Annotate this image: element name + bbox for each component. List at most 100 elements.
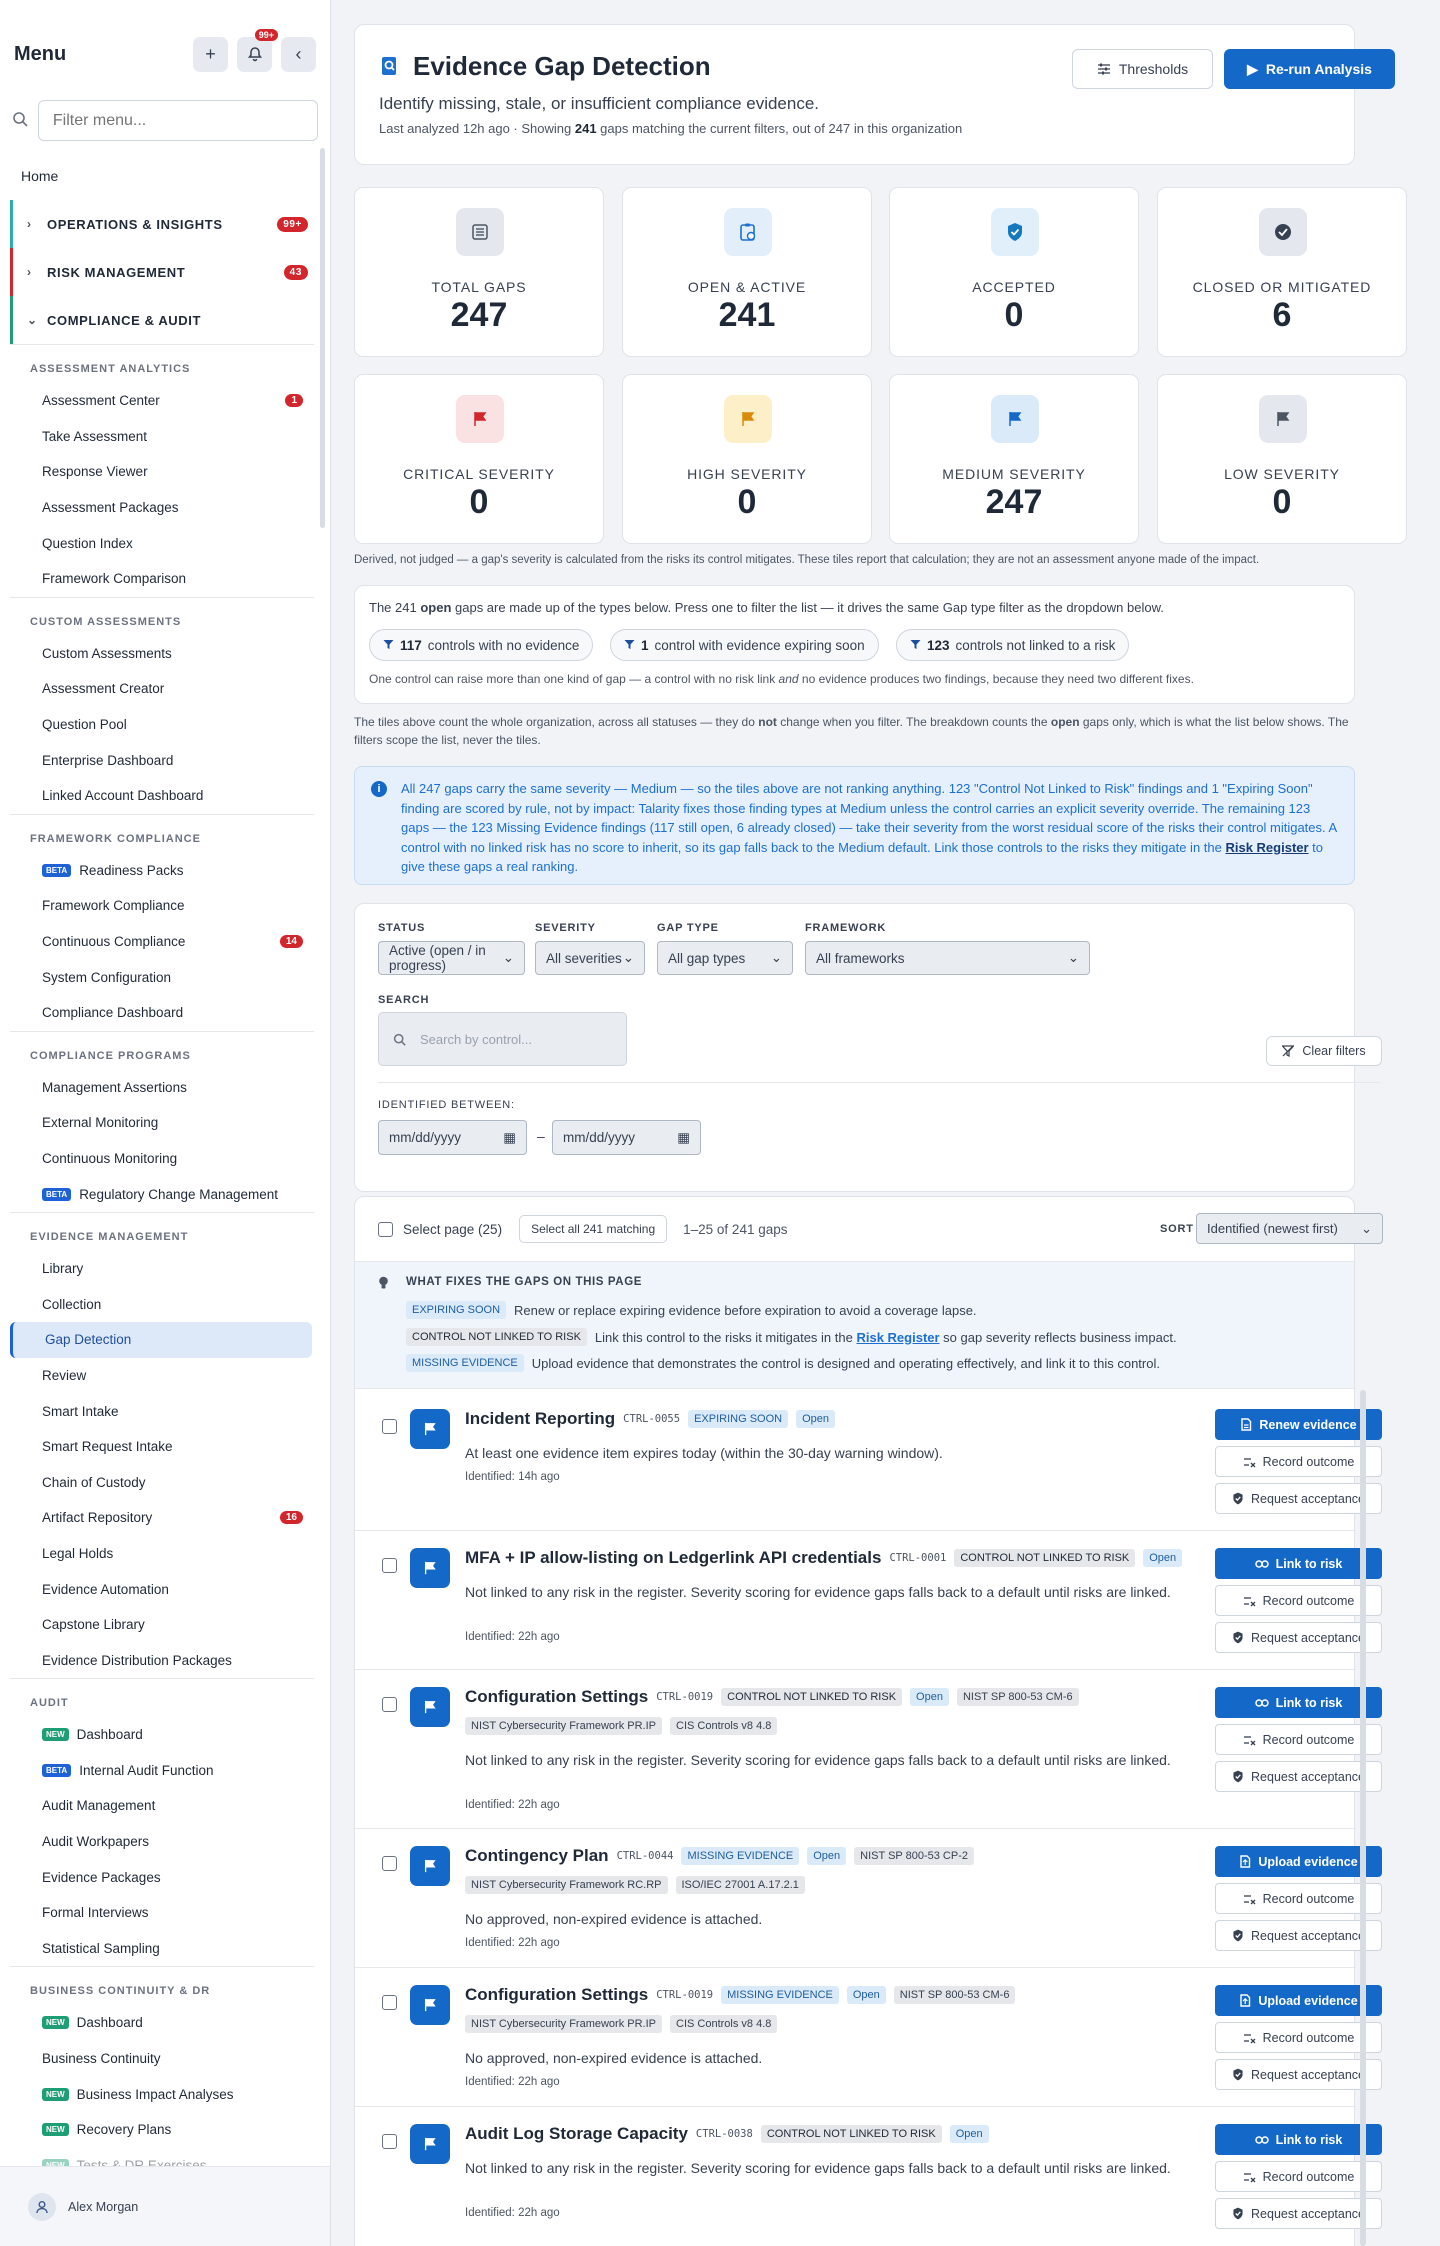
filter-pill-no-evidence[interactable]: 117 controls with no evidence [369, 629, 594, 661]
request-acceptance-button[interactable]: Request acceptance [1215, 1920, 1382, 1951]
sidebar-item-question-index[interactable]: Question Index [0, 525, 330, 561]
sidebar-item-legal-holds[interactable]: Legal Holds [0, 1536, 330, 1572]
sidebar-item-bia[interactable]: NEW Business Impact Analyses [0, 2076, 330, 2112]
request-acceptance-button[interactable]: Request acceptance [1215, 2198, 1382, 2229]
filter-pill-not-linked[interactable]: 123 controls not linked to a risk [896, 629, 1130, 661]
record-outcome-button[interactable]: Record outcome [1215, 1883, 1382, 1914]
sidebar-item-smart-request-intake[interactable]: Smart Request Intake [0, 1429, 330, 1465]
primary-action-button[interactable]: Link to risk [1215, 1548, 1382, 1579]
row-checkbox[interactable] [382, 2134, 397, 2149]
sidebar-item-smart-intake[interactable]: Smart Intake [0, 1393, 330, 1429]
primary-action-button[interactable]: Upload evidence [1215, 1985, 1382, 2016]
clear-filters-button[interactable]: Clear filters [1266, 1036, 1382, 1066]
control-name[interactable]: Audit Log Storage Capacity [465, 2124, 688, 2144]
sidebar-item-audit-workpapers[interactable]: Audit Workpapers [0, 1824, 330, 1860]
sidebar-item-chain-of-custody[interactable]: Chain of Custody [0, 1464, 330, 1500]
status-select[interactable]: Active (open / in progress) ⌄ [378, 941, 525, 975]
search-input[interactable]: Search by control... [378, 1012, 627, 1066]
framework-select[interactable]: All frameworks ⌄ [805, 941, 1090, 975]
collapse-sidebar-button[interactable]: ‹ [281, 36, 316, 72]
sidebar-item-evidence-distribution[interactable]: Evidence Distribution Packages [0, 1642, 330, 1678]
record-outcome-button[interactable]: Record outcome [1215, 1585, 1382, 1616]
sidebar-item-continuous-compliance[interactable]: Continuous Compliance 14 [0, 924, 330, 960]
date-from-input[interactable]: mm/dd/yyyy ▦ [378, 1120, 527, 1155]
main-scrollbar[interactable] [1360, 1390, 1366, 2246]
record-outcome-button[interactable]: Record outcome [1215, 2161, 1382, 2192]
sidebar-item-external-monitoring[interactable]: External Monitoring [0, 1105, 330, 1141]
sidebar-item-readiness-packs[interactable]: BETA Readiness Packs [0, 853, 330, 889]
sidebar-scrollbar[interactable] [320, 148, 325, 528]
sidebar-group-compliance[interactable]: ⌄ COMPLIANCE & AUDIT [10, 296, 320, 344]
row-checkbox[interactable] [382, 1419, 397, 1434]
row-checkbox[interactable] [382, 1856, 397, 1871]
request-acceptance-button[interactable]: Request acceptance [1215, 1761, 1382, 1792]
request-acceptance-button[interactable]: Request acceptance [1215, 2059, 1382, 2090]
sort-select[interactable]: Identified (newest first) ⌄ [1196, 1213, 1383, 1244]
control-name[interactable]: Configuration Settings [465, 1985, 648, 2005]
sidebar-item-enterprise-dashboard[interactable]: Enterprise Dashboard [0, 742, 330, 778]
sidebar-item-system-configuration[interactable]: System Configuration [0, 959, 330, 995]
primary-action-button[interactable]: Link to risk [1215, 2124, 1382, 2155]
sidebar-item-compliance-dashboard[interactable]: Compliance Dashboard [0, 995, 330, 1031]
sidebar-item-audit-management[interactable]: Audit Management [0, 1788, 330, 1824]
date-to-input[interactable]: mm/dd/yyyy ▦ [552, 1120, 701, 1155]
record-outcome-button[interactable]: Record outcome [1215, 2022, 1382, 2053]
sidebar-item-artifact-repository[interactable]: Artifact Repository 16 [0, 1500, 330, 1536]
sidebar-item-recovery-plans[interactable]: NEW Recovery Plans [0, 2112, 330, 2148]
row-checkbox[interactable] [382, 1697, 397, 1712]
sidebar-item-assessment-center[interactable]: Assessment Center 1 [0, 383, 330, 419]
control-name[interactable]: Configuration Settings [465, 1687, 648, 1707]
sidebar-item-home[interactable]: Home [0, 158, 330, 194]
add-button[interactable]: + [193, 36, 228, 72]
sidebar-item-gap-detection[interactable]: Gap Detection [10, 1322, 312, 1358]
thresholds-button[interactable]: Thresholds [1072, 49, 1213, 89]
sidebar-item-library[interactable]: Library [0, 1251, 330, 1287]
sidebar-item-continuous-monitoring[interactable]: Continuous Monitoring [0, 1141, 330, 1177]
sidebar-item-capstone-library[interactable]: Capstone Library [0, 1607, 330, 1643]
rerun-analysis-button[interactable]: ▶ Re-run Analysis [1224, 49, 1395, 89]
row-checkbox[interactable] [382, 1558, 397, 1573]
sidebar-item-evidence-packages[interactable]: Evidence Packages [0, 1859, 330, 1895]
sidebar-item-collection[interactable]: Collection [0, 1286, 330, 1322]
sidebar-item-management-assertions[interactable]: Management Assertions [0, 1070, 330, 1106]
sidebar-item-statistical-sampling[interactable]: Statistical Sampling [0, 1931, 330, 1967]
filter-menu-input[interactable] [37, 100, 318, 141]
sidebar-item-assessment-packages[interactable]: Assessment Packages [0, 490, 330, 526]
sidebar-item-dr-exercises[interactable]: NEW Tests & DR Exercises [0, 2148, 330, 2166]
select-all-matching-button[interactable]: Select all 241 matching [519, 1215, 668, 1243]
sidebar-item-formal-interviews[interactable]: Formal Interviews [0, 1895, 330, 1931]
record-outcome-button[interactable]: Record outcome [1215, 1446, 1382, 1477]
control-name[interactable]: Contingency Plan [465, 1846, 609, 1866]
sidebar-item-bcdr-dashboard[interactable]: NEW Dashboard [0, 2005, 330, 2041]
control-name[interactable]: Incident Reporting [465, 1409, 615, 1429]
sidebar-group-operations[interactable]: › OPERATIONS & INSIGHTS 99+ [10, 200, 320, 248]
request-acceptance-button[interactable]: Request acceptance [1215, 1483, 1382, 1514]
user-profile[interactable]: Alex Morgan [0, 2166, 330, 2246]
filter-pill-expiring-soon[interactable]: 1 control with evidence expiring soon [610, 629, 879, 661]
sidebar-item-take-assessment[interactable]: Take Assessment [0, 419, 330, 455]
sidebar-item-regulatory-change[interactable]: BETA Regulatory Change Management [0, 1176, 330, 1212]
risk-register-link[interactable]: Risk Register [856, 1330, 939, 1345]
request-acceptance-button[interactable]: Request acceptance [1215, 1622, 1382, 1653]
sidebar-item-review[interactable]: Review [0, 1358, 330, 1394]
sidebar-item-business-continuity[interactable]: Business Continuity [0, 2041, 330, 2077]
sidebar-item-linked-account-dashboard[interactable]: Linked Account Dashboard [0, 778, 330, 814]
primary-action-button[interactable]: Upload evidence [1215, 1846, 1382, 1877]
record-outcome-button[interactable]: Record outcome [1215, 1724, 1382, 1755]
sidebar-item-framework-compliance[interactable]: Framework Compliance [0, 888, 330, 924]
sidebar-item-question-pool[interactable]: Question Pool [0, 707, 330, 743]
notifications-button[interactable]: 99+ [237, 28, 278, 72]
primary-action-button[interactable]: Renew evidence [1215, 1409, 1382, 1440]
primary-action-button[interactable]: Link to risk [1215, 1687, 1382, 1718]
sidebar-group-risk[interactable]: › RISK MANAGEMENT 43 [10, 248, 320, 296]
sidebar-item-response-viewer[interactable]: Response Viewer [0, 454, 330, 490]
sidebar-item-framework-comparison[interactable]: Framework Comparison [0, 561, 330, 597]
sidebar-item-custom-assessments[interactable]: Custom Assessments [0, 636, 330, 672]
sidebar-item-assessment-creator[interactable]: Assessment Creator [0, 671, 330, 707]
gap-type-select[interactable]: All gap types ⌄ [657, 941, 793, 975]
row-checkbox[interactable] [382, 1995, 397, 2010]
sidebar-item-internal-audit[interactable]: BETA Internal Audit Function [0, 1753, 330, 1789]
severity-select[interactable]: All severities ⌄ [535, 941, 645, 975]
sidebar-item-evidence-automation[interactable]: Evidence Automation [0, 1571, 330, 1607]
risk-register-link[interactable]: Risk Register [1225, 840, 1308, 855]
